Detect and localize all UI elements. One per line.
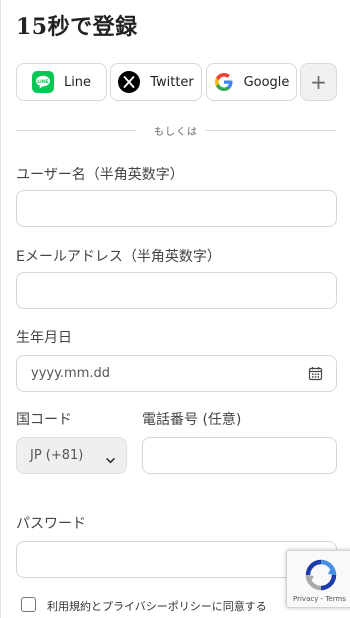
twitter-login-button[interactable]: Twitter xyxy=(110,63,202,101)
plus-icon: + xyxy=(310,70,327,94)
calendar-icon[interactable] xyxy=(308,366,323,385)
country-code-value: JP (+81) xyxy=(30,448,84,463)
recaptcha-logo-icon xyxy=(304,559,338,595)
country-code-label: 国コード xyxy=(16,412,72,428)
more-login-options-button[interactable]: + xyxy=(300,63,337,101)
username-label: ユーザー名（半角英数字） xyxy=(16,167,184,183)
username-input[interactable] xyxy=(16,190,337,227)
birthday-placeholder: yyyy.mm.dd xyxy=(31,366,111,381)
email-label: Eメールアドレス（半角英数字） xyxy=(16,249,221,265)
line-icon: LINE xyxy=(31,71,54,93)
agree-checkbox[interactable] xyxy=(21,597,36,612)
signup-panel: 15秒で登録 LINE Line Twitter Google + もしくは ユ… xyxy=(0,0,350,618)
google-login-button[interactable]: Google xyxy=(206,63,297,101)
recaptcha-badge[interactable]: Privacy - Terms xyxy=(286,550,350,608)
line-login-button[interactable]: LINE Line xyxy=(16,63,107,101)
password-label: パスワード xyxy=(16,516,86,532)
agree-text: 利用規約とプライバシーポリシーに同意する xyxy=(47,600,267,613)
google-icon xyxy=(214,72,234,92)
page-title: 15秒で登録 xyxy=(16,14,138,40)
birthday-input[interactable]: yyyy.mm.dd xyxy=(16,355,337,392)
phone-input[interactable] xyxy=(142,437,337,474)
phone-label: 電話番号 (任意) xyxy=(142,412,242,428)
chevron-down-icon xyxy=(105,451,116,470)
twitter-login-label: Twitter xyxy=(150,74,194,90)
divider-line-right xyxy=(205,130,336,131)
line-login-label: Line xyxy=(63,74,92,90)
country-code-select[interactable]: JP (+81) xyxy=(16,437,127,474)
svg-text:LINE: LINE xyxy=(37,79,49,85)
email-input[interactable] xyxy=(16,272,337,309)
or-divider: もしくは xyxy=(16,123,336,138)
birthday-label: 生年月日 xyxy=(16,330,72,346)
recaptcha-links[interactable]: Privacy - Terms xyxy=(293,595,346,603)
x-icon xyxy=(118,71,141,93)
google-login-label: Google xyxy=(243,74,290,90)
